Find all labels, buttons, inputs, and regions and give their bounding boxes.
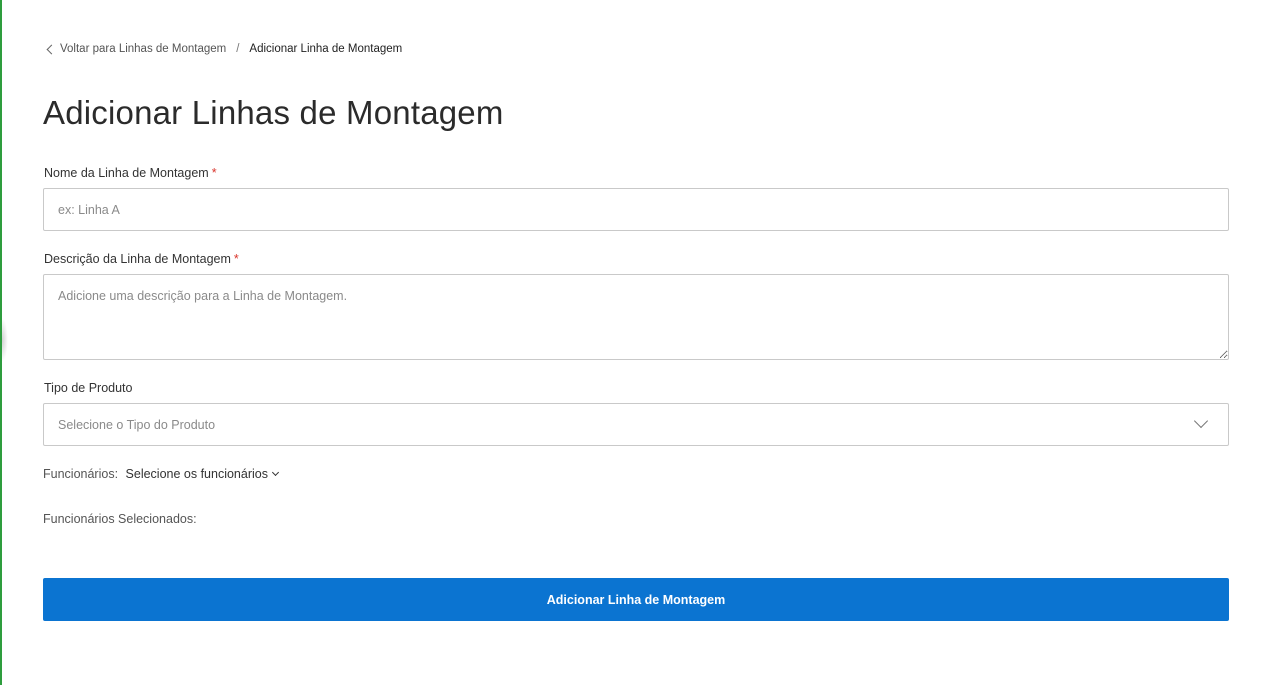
add-assembly-line-button[interactable]: Adicionar Linha de Montagem — [43, 578, 1229, 621]
product-type-label: Tipo de Produto — [44, 381, 133, 395]
required-mark: * — [233, 252, 239, 266]
chevron-down-icon — [1193, 413, 1209, 429]
employees-dropdown-label: Selecione os funcionários — [125, 467, 268, 481]
chevron-left-icon — [46, 44, 57, 55]
product-type-placeholder: Selecione o Tipo do Produto — [58, 417, 216, 432]
breadcrumb-current: Adicionar Linha de Montagem — [249, 43, 403, 55]
panel-edge-handle — [2, 318, 8, 362]
name-label-text: Nome da Linha de Montagem — [44, 166, 209, 180]
employees-row: Funcionários: Selecione os funcionários — [43, 467, 280, 481]
employees-label: Funcionários: — [43, 467, 119, 481]
required-mark: * — [211, 166, 217, 180]
selected-employees-label: Funcionários Selecionados: — [43, 512, 197, 526]
page-title: Adicionar Linhas de Montagem — [43, 94, 504, 131]
product-type-select[interactable]: Selecione o Tipo do Produto — [43, 403, 1229, 446]
back-link-label: Voltar para Linhas de Montagem — [60, 43, 227, 55]
back-link[interactable]: Voltar para Linhas de Montagem — [46, 43, 227, 55]
name-label: Nome da Linha de Montagem * — [44, 166, 217, 180]
description-label-text: Descrição da Linha de Montagem — [44, 252, 231, 266]
description-textarea[interactable] — [43, 274, 1229, 360]
breadcrumb-separator: / — [236, 43, 240, 55]
breadcrumb: Voltar para Linhas de Montagem / Adicion… — [46, 43, 403, 55]
chevron-down-icon — [271, 468, 280, 477]
description-label: Descrição da Linha de Montagem * — [44, 252, 239, 266]
page: Voltar para Linhas de Montagem / Adicion… — [0, 0, 1268, 685]
employees-dropdown[interactable]: Selecione os funcionários — [125, 467, 280, 481]
name-input[interactable] — [43, 188, 1229, 231]
